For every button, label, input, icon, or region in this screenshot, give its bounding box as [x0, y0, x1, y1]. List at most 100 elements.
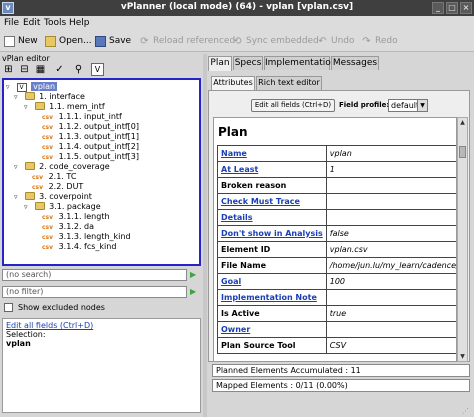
tree-node[interactable]: csv 3.1.2. da — [42, 222, 94, 232]
attribute-key-link[interactable]: At Least — [217, 161, 327, 178]
scrollbar-thumb[interactable] — [459, 146, 466, 158]
attribute-value[interactable] — [325, 193, 456, 210]
check-icon[interactable]: ✓ — [53, 63, 66, 76]
tab-specs[interactable]: Specs — [233, 56, 263, 70]
undo-button[interactable]: ↶ Undo — [317, 34, 354, 48]
attribute-key-link[interactable]: Don't show in Analysis — [217, 225, 327, 242]
edit-all-fields-link[interactable]: Edit all fields (Ctrl+D) — [6, 321, 197, 330]
tree-node[interactable]: ▿ 1.1. mem_intf — [24, 102, 105, 112]
chevron-down-icon[interactable]: ▼ — [417, 100, 427, 111]
scroll-down-icon[interactable]: ▼ — [458, 352, 467, 361]
tree-node[interactable]: csv 1.1.5. output_intf[3] — [42, 152, 139, 162]
selection-value: vplan — [6, 339, 31, 348]
tab-plan[interactable]: Plan — [208, 56, 232, 71]
attribute-value[interactable]: true — [325, 305, 456, 322]
collapse-all-icon[interactable]: ⊟ — [18, 63, 31, 76]
collapse-toggle-icon[interactable]: ▿ — [14, 162, 22, 172]
field-profile-label: Field profile: — [339, 101, 390, 109]
tab-messages[interactable]: Messages — [331, 56, 379, 70]
tree-node[interactable]: csv 3.1.3. length_kind — [42, 232, 131, 242]
attribute-key-link[interactable]: Name — [217, 145, 327, 162]
tree-node-label: 1.1.3. output_intf[1] — [58, 132, 139, 141]
collapse-toggle-icon[interactable]: ▿ — [24, 202, 32, 212]
show-excluded-checkbox[interactable]: Show excluded nodes — [4, 303, 105, 312]
plan-tree[interactable]: ▿ V vplan ▿ 1. interface ▿ 1.1. mem_intf… — [2, 78, 201, 266]
menu-file[interactable]: File — [4, 18, 19, 28]
resize-grip-icon[interactable]: ⋰ — [462, 407, 472, 415]
filter-input[interactable]: (no filter) — [2, 286, 187, 298]
attribute-value[interactable] — [325, 321, 456, 338]
vplan-editor-label: vPlan editor — [2, 54, 50, 63]
new-button[interactable]: New — [4, 34, 38, 48]
tree-node[interactable]: csv 2.1. TC — [32, 172, 76, 182]
attribute-value[interactable] — [325, 289, 456, 306]
checkbox-box[interactable] — [4, 303, 13, 312]
attribute-value[interactable]: vplan.csv — [325, 241, 456, 258]
tree-node-label: 3.1.3. length_kind — [58, 232, 131, 241]
folder-icon — [24, 162, 35, 170]
close-button[interactable]: × — [460, 2, 472, 14]
sync-embedded-button[interactable]: ⟲ Sync embedded — [232, 34, 319, 48]
collapse-toggle-icon[interactable]: ▿ — [14, 92, 22, 102]
attribute-key-link[interactable]: Goal — [217, 273, 327, 290]
open-button[interactable]: Open... — [45, 34, 92, 48]
expand-all-icon[interactable]: ⊞ — [2, 63, 15, 76]
menu-tools[interactable]: Tools — [44, 18, 66, 28]
vplan-icon[interactable]: V — [91, 63, 104, 76]
tree-node[interactable]: ▿ 1. interface — [14, 92, 85, 102]
attribute-key: File Name — [217, 257, 327, 274]
attribute-key-link[interactable]: Details — [217, 209, 327, 226]
tab-attributes[interactable]: Attributes — [211, 76, 255, 90]
attribute-key-link[interactable]: Implementation Note — [217, 289, 327, 306]
menu-help[interactable]: Help — [69, 18, 90, 28]
menu-edit[interactable]: Edit — [23, 18, 40, 28]
tree-node[interactable]: ▿ 3.1. package — [24, 202, 101, 212]
field-profile-select[interactable]: default ▼ — [388, 99, 428, 112]
attribute-value[interactable] — [325, 209, 456, 226]
tree-node-root[interactable]: ▿ V vplan — [6, 82, 58, 92]
tree-node[interactable]: csv 3.1.1. length — [42, 212, 110, 222]
filter-icon[interactable]: ⚲ — [72, 63, 85, 76]
search-go-icon[interactable]: ▶ — [190, 270, 199, 280]
reload-referenced-button[interactable]: ⟳ Reload referenced — [139, 34, 235, 48]
grid-view-icon[interactable]: ▦ — [34, 63, 47, 76]
attribute-key-link[interactable]: Check Must Trace — [217, 193, 327, 210]
undo-icon: ↶ — [318, 35, 327, 47]
attribute-value[interactable]: CSV — [325, 337, 456, 354]
tree-node[interactable]: csv 2.2. DUT — [32, 182, 83, 192]
tree-node[interactable]: csv 1.1.4. output_intf[2] — [42, 142, 139, 152]
attribute-value[interactable]: 1 — [325, 161, 456, 178]
tree-node-label: 2.1. TC — [48, 172, 77, 181]
tree-node[interactable]: csv 3.1.4. fcs_kind — [42, 242, 116, 252]
attribute-scrollbar[interactable]: ▲ ▼ — [457, 117, 468, 362]
attribute-value[interactable]: /home/jun.lu/my_learn/cadence/vm — [325, 257, 456, 274]
save-button[interactable]: Save — [95, 34, 131, 48]
attribute-key-link[interactable]: Owner — [217, 321, 327, 338]
collapse-toggle-icon[interactable]: ▿ — [6, 82, 14, 92]
tree-node[interactable]: ▿ 2. code_coverage — [14, 162, 110, 172]
attribute-value[interactable] — [325, 177, 456, 194]
maximize-button[interactable]: □ — [446, 2, 458, 14]
attribute-value[interactable]: false — [325, 225, 456, 242]
minimize-button[interactable]: _ — [432, 2, 444, 14]
collapse-toggle-icon[interactable]: ▿ — [14, 192, 22, 202]
scroll-up-icon[interactable]: ▲ — [458, 118, 467, 127]
attribute-sheet: Plan Name vplan At Least 1 Broken reason C… — [213, 117, 457, 362]
tree-node[interactable]: csv 1.1.1. input_intf — [42, 112, 122, 122]
edit-all-fields-button[interactable]: Edit all fields (Ctrl+D) — [251, 99, 335, 112]
attribute-value[interactable]: 100 — [325, 273, 456, 290]
search-input[interactable]: (no search) — [2, 269, 187, 281]
tree-node[interactable]: csv 1.1.3. output_intf[1] — [42, 132, 139, 142]
tab-implementation[interactable]: Implementation — [264, 56, 336, 70]
tab-rich-text-editor[interactable]: Rich text editor — [256, 76, 322, 90]
redo-icon: ↷ — [362, 35, 371, 47]
attribute-value[interactable]: vplan — [325, 145, 456, 162]
collapse-toggle-icon[interactable]: ▿ — [24, 102, 32, 112]
mapped-elements-status: Mapped Elements : 0/11 (0.00%) — [212, 379, 470, 392]
tree-node[interactable]: csv 1.1.2. output_intf[0] — [42, 122, 139, 132]
redo-button[interactable]: ↷ Redo — [361, 34, 397, 48]
attribute-key: Element ID — [217, 241, 327, 258]
tree-node[interactable]: ▿ 3. coverpoint — [14, 192, 92, 202]
filter-go-icon[interactable]: ▶ — [190, 287, 199, 297]
panel-splitter[interactable] — [203, 54, 207, 417]
